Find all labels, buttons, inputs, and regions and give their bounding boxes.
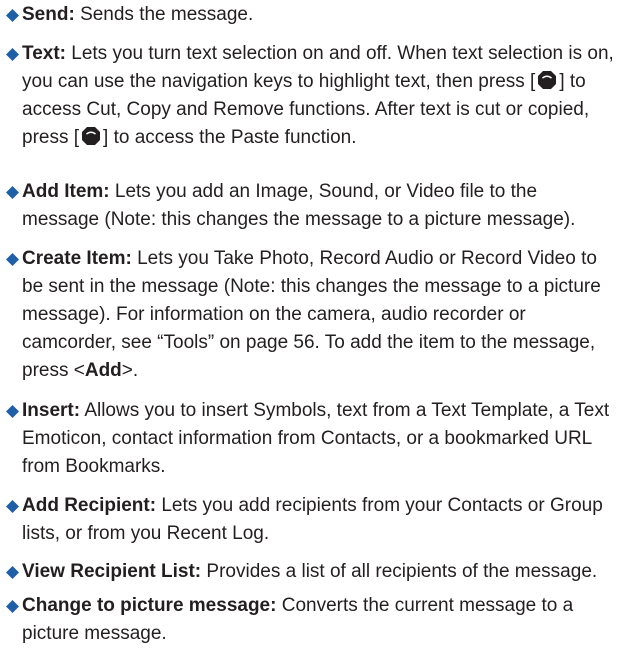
list-item-text: Text: Lets you turn text selection on an… <box>6 40 614 152</box>
diamond-bullet-icon <box>6 48 19 61</box>
diamond-bullet-icon <box>6 186 19 199</box>
list-item-add-recipient: Add Recipient: Lets you add recipients f… <box>6 492 614 548</box>
diamond-bullet-icon <box>6 600 19 613</box>
manual-page: Send: Sends the message. Text: Lets you … <box>0 0 619 644</box>
term-add-item: Add Item: <box>22 181 110 202</box>
diamond-bullet-icon <box>6 405 19 418</box>
list-item-insert: Insert: Allows you to insert Symbols, te… <box>6 397 614 481</box>
desc-text-c: ] to access the Paste function. <box>103 127 357 148</box>
list-item-create-item: Create Item: Lets you Take Photo, Record… <box>6 245 614 385</box>
desc-view-recipient-list: Provides a list of all recipients of the… <box>206 561 598 582</box>
term-view-recipient-list: View Recipient List: <box>22 561 202 582</box>
list-item-add-item: Add Item: Lets you add an Image, Sound, … <box>6 178 614 234</box>
term-change-to-picture-message: Change to picture message: <box>22 595 277 616</box>
select-key-icon <box>538 71 557 89</box>
term-add-recipient: Add Recipient: <box>22 495 157 516</box>
desc-send: Sends the message. <box>80 4 254 25</box>
desc-insert: Allows you to insert Symbols, text from … <box>22 400 610 477</box>
desc-text-a: Lets you turn text selection on and off.… <box>22 43 614 92</box>
list-item-view-recipient-list: View Recipient List: Provides a list of … <box>6 558 614 586</box>
softkey-add: Add <box>84 360 122 381</box>
term-text: Text: <box>22 43 66 64</box>
term-create-item: Create Item: <box>22 248 132 269</box>
select-key-icon <box>82 127 101 145</box>
list-item-change-to-picture-message: Change to picture message: Converts the … <box>6 592 614 648</box>
desc-create-item-b: >. <box>121 360 139 381</box>
diamond-bullet-icon <box>6 566 19 579</box>
diamond-bullet-icon <box>6 9 19 22</box>
diamond-bullet-icon <box>6 253 19 266</box>
term-insert: Insert: <box>22 400 81 421</box>
list-item-send: Send: Sends the message. <box>6 1 614 29</box>
diamond-bullet-icon <box>6 500 19 513</box>
term-send: Send: <box>22 4 75 25</box>
